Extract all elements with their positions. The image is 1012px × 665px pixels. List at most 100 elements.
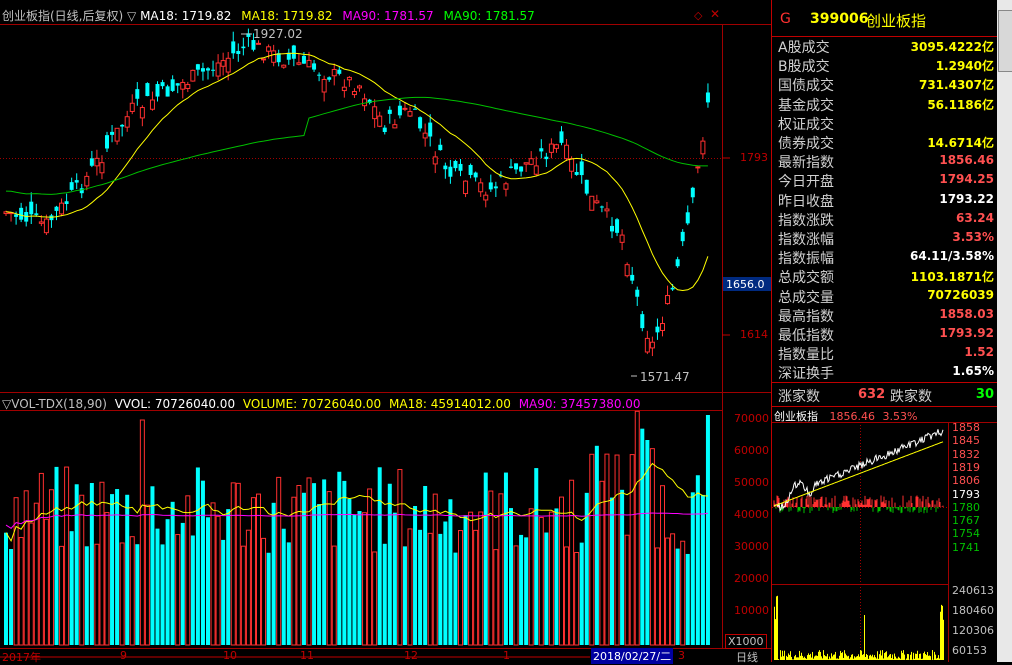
quote-row: 基金成交56.1186亿 <box>778 95 994 114</box>
quote-value: 1793.22 <box>939 192 994 206</box>
candle-body <box>70 182 74 190</box>
candle-body <box>262 59 266 60</box>
candlestick-series <box>4 29 710 356</box>
candle-body <box>191 70 195 81</box>
candle-body <box>60 203 64 214</box>
mini-vol-bar <box>941 605 942 660</box>
quote-row: 国债成交731.4307亿 <box>778 75 994 94</box>
volume-bar <box>560 497 564 645</box>
candle-body <box>464 181 468 193</box>
volume-bar <box>418 530 422 645</box>
volume-bar <box>176 535 180 645</box>
candle-body <box>75 180 79 182</box>
period-label[interactable]: 日线 <box>736 649 758 665</box>
quote-value: 1858.03 <box>939 307 994 321</box>
candle-body <box>504 184 508 189</box>
volume-bar <box>464 515 468 645</box>
mini-vol-tick: 240613 <box>952 584 994 597</box>
mini-vol-bar <box>810 654 811 660</box>
mini-vol-bar <box>824 655 825 660</box>
quote-row: 指数振幅64.11/3.58% <box>778 248 994 267</box>
candle-body <box>241 47 245 49</box>
mini-vol-bar <box>838 659 839 660</box>
candle-body <box>645 338 649 352</box>
side-toolbar[interactable] <box>997 0 1012 662</box>
quote-label: 总成交额 <box>778 267 834 287</box>
volume-bar <box>70 531 74 645</box>
candle-body <box>585 180 589 194</box>
volume-bar <box>570 480 574 645</box>
mini-vol-bar <box>803 658 804 660</box>
volume-bar <box>29 523 33 645</box>
dropdown-icon[interactable]: ▽ <box>2 397 11 411</box>
x-label: 9 <box>120 649 127 662</box>
mini-vol-bar <box>843 658 844 660</box>
mini-vol-bar <box>788 653 789 660</box>
volume-bar <box>666 538 670 645</box>
vol-chart-header: ▽VOL-TDX(18,90) VVOL: 70726040.00 VOLUME… <box>2 397 641 411</box>
candle-body <box>216 63 220 76</box>
volume-bar <box>565 547 569 645</box>
mini-vol-bar <box>856 657 857 660</box>
candle-body <box>120 125 124 127</box>
mini-vol-bar <box>806 659 807 660</box>
mini-vol-bar <box>891 658 892 660</box>
candle-body <box>423 133 427 138</box>
ma90-line <box>6 97 708 194</box>
candle-body <box>221 61 225 67</box>
mini-vol-bar <box>900 659 901 660</box>
quote-row: 最高指数1858.03 <box>778 306 994 325</box>
quote-label: 指数振幅 <box>778 248 834 268</box>
quote-row: 深证换手1.65% <box>778 363 994 382</box>
mini-vol-bar <box>863 654 864 660</box>
mini-vol-bar <box>848 656 849 660</box>
quote-value: 3095.4222亿 <box>911 38 994 55</box>
candle-body <box>14 214 18 216</box>
volume-bar <box>49 490 53 645</box>
candle-body <box>171 79 175 91</box>
mini-vol-bar <box>872 655 873 660</box>
candle-body <box>145 83 149 96</box>
candle-body <box>257 43 261 44</box>
volume-bar <box>34 503 38 645</box>
volume-bar <box>130 537 134 645</box>
mini-vol-bar <box>840 651 841 660</box>
candle-body <box>206 68 210 70</box>
candle-body <box>186 85 190 89</box>
mini-vol-bar <box>873 657 874 660</box>
mini-vol-bar <box>897 659 898 660</box>
candle-body <box>352 92 356 95</box>
mini-vol-bar <box>830 658 831 660</box>
candle-body <box>34 213 38 215</box>
mini-vol-bar <box>839 656 840 660</box>
quote-label: 最低指数 <box>778 325 834 345</box>
candle-body <box>322 79 326 92</box>
candle-body <box>524 163 528 164</box>
candle-body <box>358 86 362 88</box>
volume-bar <box>469 512 473 645</box>
mini-vol-bar <box>798 657 799 660</box>
candle-body <box>565 145 569 158</box>
volume-bar <box>19 538 23 645</box>
mini-y-tick: 1845 <box>952 434 980 447</box>
mini-vol-bar <box>865 657 866 660</box>
mini-vol-bar <box>895 657 896 660</box>
candle-body <box>661 324 665 331</box>
quote-label: 今日开盘 <box>778 171 834 191</box>
volume-bar <box>554 508 558 645</box>
vol-unit: X1000 <box>725 634 767 649</box>
candle-body <box>539 148 543 151</box>
candle-body <box>363 99 367 106</box>
candle-body <box>140 108 144 118</box>
volume-bar <box>4 533 8 645</box>
mini-vol-bar <box>940 612 941 660</box>
toolbar-button[interactable] <box>998 10 1012 72</box>
candle-body <box>605 209 609 211</box>
quote-row: 指数涨幅3.53% <box>778 229 994 248</box>
volume-bar <box>196 467 200 645</box>
down-count: 30 <box>976 387 994 402</box>
volume-bar <box>297 486 301 645</box>
candle-body <box>453 161 457 168</box>
candle-body <box>201 68 205 71</box>
chart-canvas[interactable] <box>0 0 771 662</box>
